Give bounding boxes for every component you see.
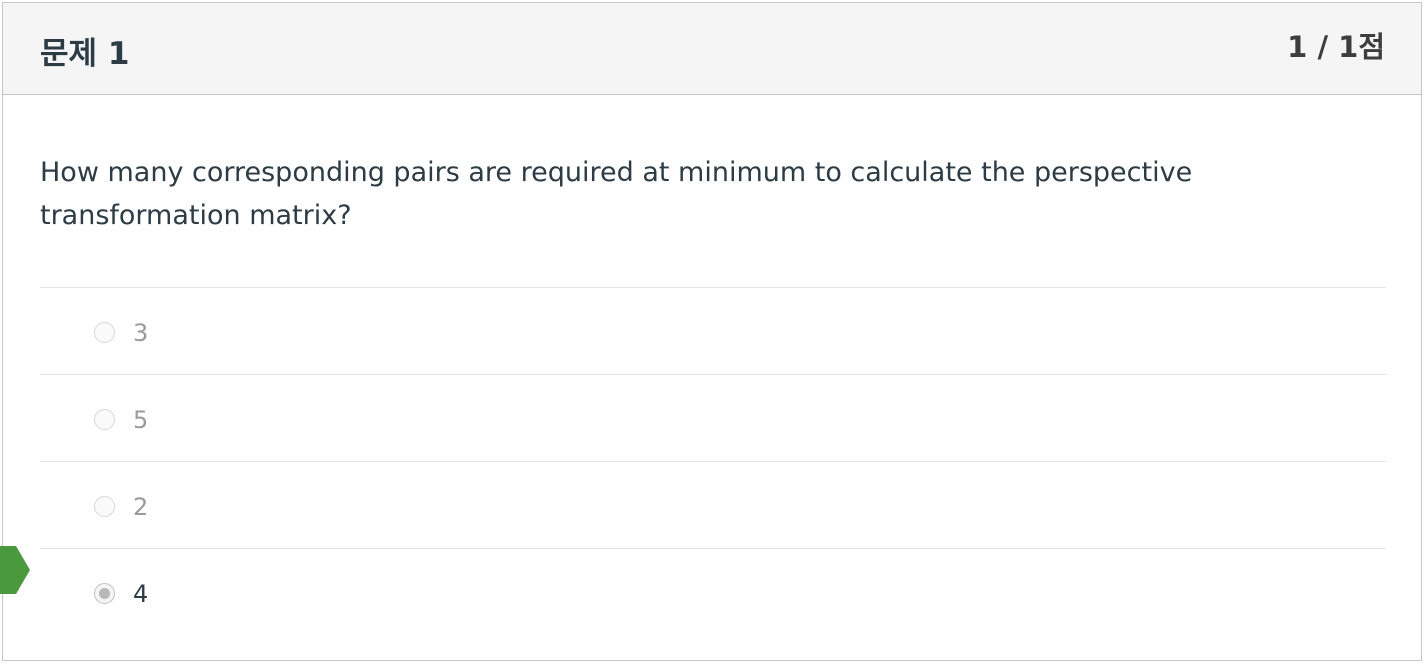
answer-option-4[interactable]: 4 xyxy=(40,549,1386,636)
question-text: How many corresponding pairs are require… xyxy=(40,157,1193,231)
answer-list: 3 5 2 4 xyxy=(40,287,1386,636)
answer-label-4: 4 xyxy=(133,580,149,608)
question-title: 문제 1 xyxy=(40,36,130,72)
answer-radio-3[interactable] xyxy=(94,496,115,517)
answer-label-1: 3 xyxy=(133,319,149,347)
answer-label-3: 2 xyxy=(133,493,149,521)
question-card: 문제 1 1 / 1점 How many corresponding pairs… xyxy=(2,2,1422,661)
answer-radio-2[interactable] xyxy=(94,409,115,430)
answer-label-2: 5 xyxy=(133,406,149,434)
question-header: 문제 1 1 / 1점 xyxy=(3,3,1421,95)
answer-radio-1[interactable] xyxy=(94,322,115,343)
answer-option-1[interactable]: 3 xyxy=(40,288,1386,375)
answer-option-2[interactable]: 5 xyxy=(40,375,1386,462)
question-body: How many corresponding pairs are require… xyxy=(3,95,1421,636)
question-points: 1 / 1점 xyxy=(1287,30,1385,64)
correct-answer-arrow-icon xyxy=(0,546,30,594)
answer-option-3[interactable]: 2 xyxy=(40,462,1386,549)
answer-radio-4-selected[interactable] xyxy=(94,583,115,604)
